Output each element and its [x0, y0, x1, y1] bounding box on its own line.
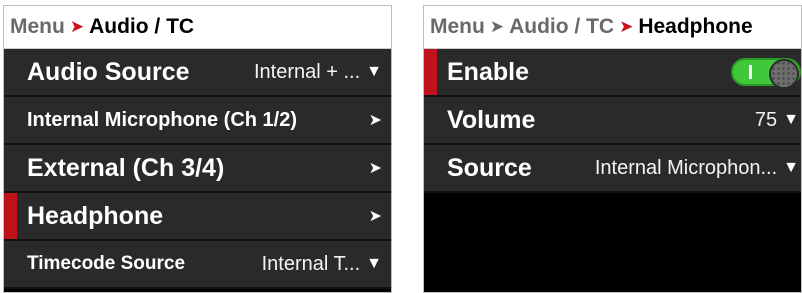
- menu-item-headphone[interactable]: Headphone ➤: [4, 193, 391, 241]
- selection-marker: [4, 193, 17, 239]
- breadcrumb-current: Audio / TC: [89, 15, 195, 38]
- selection-marker: [424, 49, 437, 95]
- breadcrumb-menu[interactable]: Menu: [10, 15, 65, 39]
- menu-item-value: Internal + ...: [253, 60, 361, 83]
- menu-item-value: Internal T...: [261, 252, 361, 275]
- breadcrumb-audio-tc[interactable]: Audio / TC: [509, 15, 614, 39]
- menu-item-timecode-source[interactable]: Timecode Source Internal T... ▼: [4, 241, 391, 289]
- chevron-down-icon: ▼: [783, 111, 799, 128]
- chevron-down-icon: ▼: [783, 159, 799, 176]
- toggle-on-indicator: [749, 65, 752, 79]
- chevron-down-icon: ▼: [366, 63, 382, 80]
- breadcrumb-menu[interactable]: Menu: [430, 15, 485, 39]
- chevron-right-icon: ➤: [368, 112, 382, 129]
- menu-item-label: Headphone: [27, 201, 164, 230]
- menu-item-label: Timecode Source: [27, 253, 186, 274]
- headphone-menu-panel: Menu ➤ Audio / TC ➤ Headphone Enable Vol…: [423, 5, 802, 293]
- menu-item-enable[interactable]: Enable: [424, 49, 801, 97]
- chevron-down-icon: ▼: [366, 255, 382, 272]
- chevron-right-icon: ➤: [69, 17, 85, 36]
- breadcrumb: Menu ➤ Audio / TC ➤ Headphone: [424, 6, 801, 49]
- menu-item-label: Source: [447, 153, 532, 182]
- toggle-knob: [769, 59, 799, 89]
- chevron-right-icon: ➤: [368, 160, 382, 177]
- menu-item-label: Volume: [447, 105, 536, 134]
- menu-item-label: Internal Microphone (Ch 1/2): [27, 108, 298, 131]
- menu-item-audio-source[interactable]: Audio Source Internal + ... ▼: [4, 49, 391, 97]
- enable-toggle[interactable]: [731, 58, 801, 89]
- menu-item-value: Internal Microphon...: [594, 156, 778, 179]
- menu-item-internal-microphone[interactable]: Internal Microphone (Ch 1/2) ➤: [4, 97, 391, 145]
- menu-item-label: Audio Source: [27, 57, 190, 86]
- menu-item-value: 75: [754, 108, 778, 131]
- menu-item-label: Enable: [447, 57, 529, 86]
- menu-item-source[interactable]: Source Internal Microphon... ▼: [424, 145, 801, 193]
- breadcrumb-current: Headphone: [638, 15, 753, 38]
- chevron-right-icon: ➤: [489, 17, 505, 36]
- breadcrumb: Menu ➤ Audio / TC: [4, 6, 391, 49]
- chevron-right-icon: ➤: [619, 17, 634, 36]
- menu-item-label: External (Ch 3/4): [27, 153, 225, 182]
- audio-tc-menu-panel: Menu ➤ Audio / TC Audio Source Internal …: [3, 5, 392, 293]
- menu-item-volume[interactable]: Volume 75 ▼: [424, 97, 801, 145]
- menu-item-external[interactable]: External (Ch 3/4) ➤: [4, 145, 391, 193]
- chevron-right-icon: ➤: [368, 208, 382, 225]
